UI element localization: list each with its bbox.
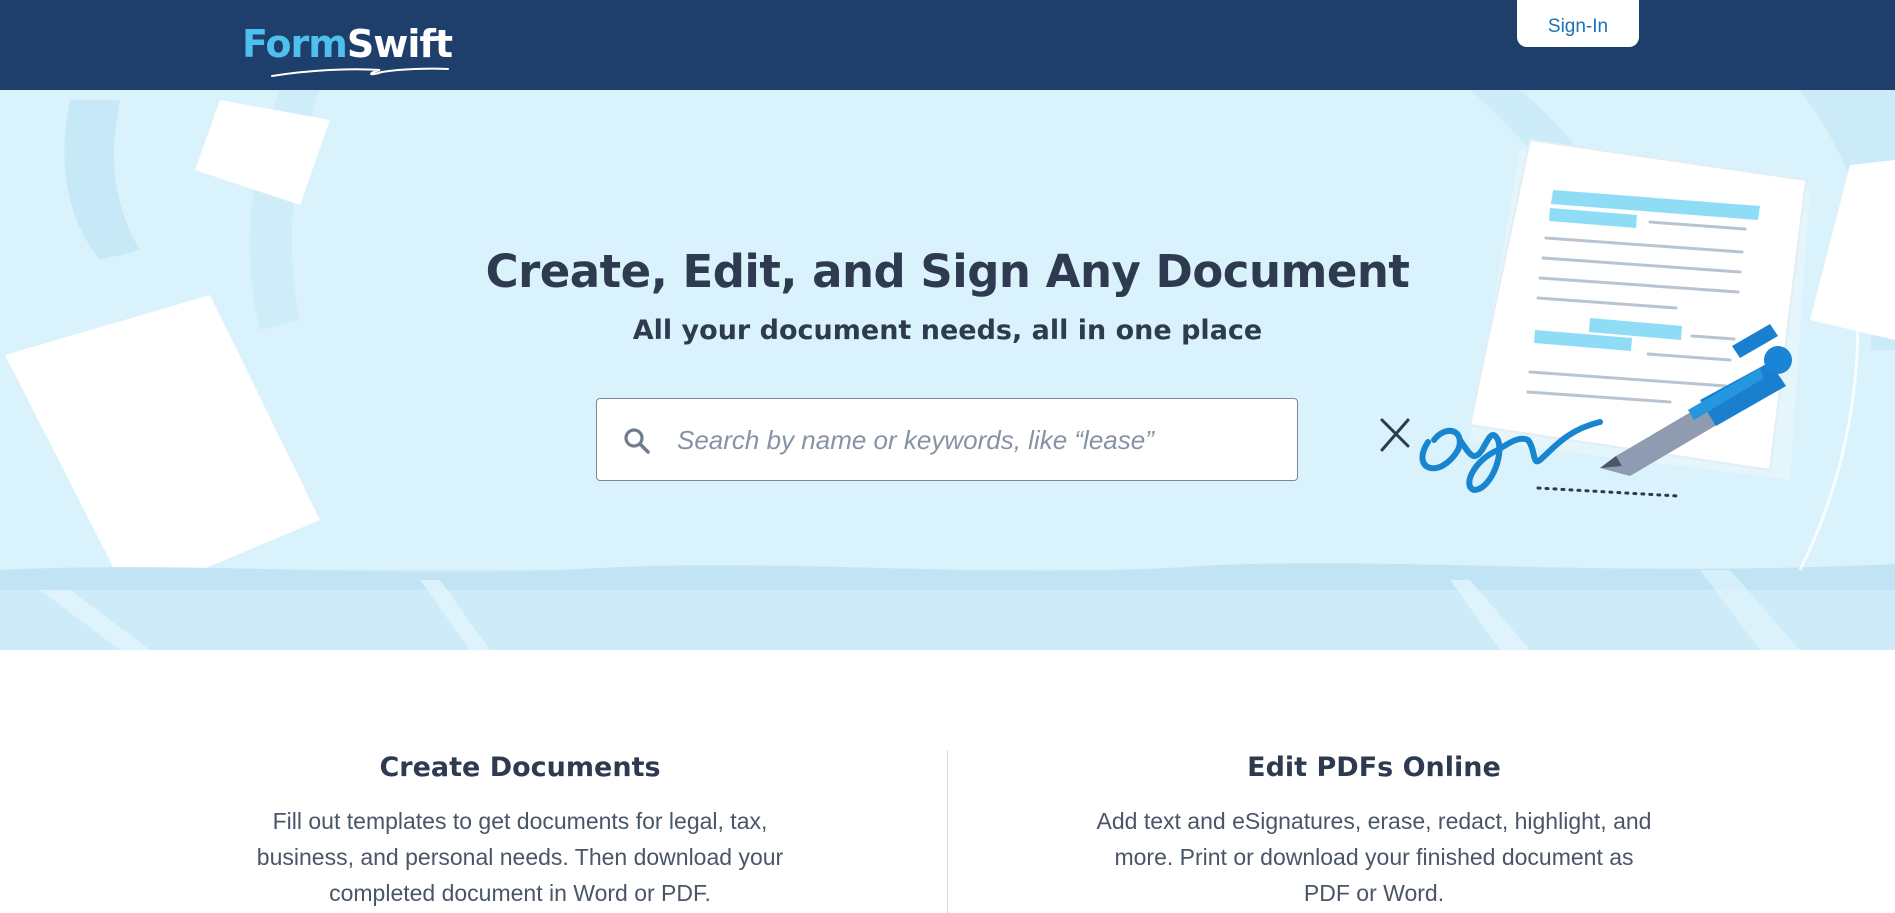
logo-text: FormSwift xyxy=(242,22,453,66)
formswift-logo[interactable]: FormSwift xyxy=(240,12,480,78)
top-header: FormSwift Sign-In xyxy=(0,0,1895,90)
feature-create-documents: Create Documents Fill out templates to g… xyxy=(240,752,800,911)
feature-description: Fill out templates to get documents for … xyxy=(256,808,784,906)
logo-text-form: Form xyxy=(242,22,348,66)
features-divider xyxy=(947,750,948,913)
search-input[interactable] xyxy=(677,415,1277,465)
feature-edit-pdfs: Edit PDFs Online Add text and eSignature… xyxy=(1094,752,1654,911)
sign-in-button[interactable]: Sign-In xyxy=(1517,0,1639,47)
logo-underline-icon xyxy=(271,67,449,77)
hero-section: Create, Edit, and Sign Any Document All … xyxy=(0,90,1895,650)
feature-title: Create Documents xyxy=(379,752,661,783)
feature-title: Edit PDFs Online xyxy=(1247,752,1501,783)
logo-text-swift: Swift xyxy=(346,22,453,66)
signed-document-illustration xyxy=(1380,138,1810,498)
features-section: Create Documents Fill out templates to g… xyxy=(0,650,1895,913)
feature-description: Add text and eSignatures, erase, redact,… xyxy=(1096,808,1652,906)
search-icon xyxy=(624,428,650,454)
search-box[interactable] xyxy=(596,398,1298,481)
